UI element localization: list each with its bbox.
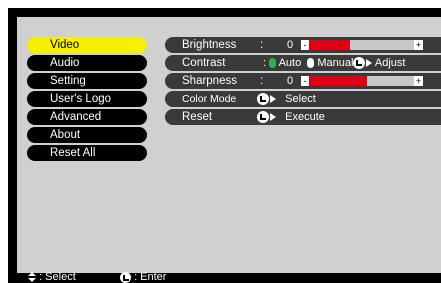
- color-mode-row[interactable]: Color Mode Select: [165, 91, 441, 107]
- contrast-label: Contrast: [182, 57, 226, 69]
- up-down-arrows-icon: [28, 272, 36, 283]
- enter-icon: [353, 57, 366, 70]
- menu-item-setting[interactable]: Setting: [27, 73, 147, 89]
- arrow-right-icon: [270, 95, 276, 104]
- contrast-manual-label: Manual: [317, 57, 354, 69]
- brightness-value: 0: [287, 39, 294, 51]
- reset-row[interactable]: Reset Execute: [165, 109, 441, 125]
- select-hint-label: : Select: [39, 271, 76, 283]
- sharpness-value: 0: [287, 75, 294, 87]
- menu-panel: Video Audio Setting User's Logo Advanced…: [17, 17, 441, 273]
- enter-icon: [120, 272, 131, 283]
- enter-hint-label: : Enter: [134, 271, 167, 283]
- slider-plus-icon: +: [414, 76, 423, 86]
- contrast-auto-label: Auto: [278, 57, 302, 69]
- reset-label: Reset: [182, 111, 213, 123]
- select-hint: : Select: [28, 272, 76, 283]
- menu-item-about[interactable]: About: [27, 127, 147, 143]
- contrast-options: : Auto Manual Adjust: [263, 55, 405, 71]
- key-hint-bar: : Select : Enter: [8, 272, 441, 283]
- menu-item-advanced[interactable]: Advanced: [27, 109, 147, 125]
- slider-plus-icon: +: [414, 40, 423, 50]
- sharpness-row[interactable]: Sharpness : 0 - +: [165, 73, 441, 89]
- brightness-slider[interactable]: - +: [301, 40, 423, 50]
- contrast-colon: :: [263, 57, 267, 69]
- color-mode-action-label: Select: [285, 93, 316, 105]
- projector-screen: Video Audio Setting User's Logo Advanced…: [8, 8, 441, 283]
- reset-action: Execute: [257, 109, 325, 125]
- reset-action-label: Execute: [285, 111, 325, 123]
- brightness-label: Brightness: [182, 39, 237, 51]
- enter-icon: [257, 111, 269, 124]
- sharpness-slider-fill: [301, 76, 367, 86]
- menu-item-users-logo[interactable]: User's Logo: [27, 91, 147, 107]
- sharpness-slider[interactable]: - +: [301, 76, 423, 86]
- menu-item-label: About: [50, 129, 81, 141]
- menu-item-label: Video: [50, 39, 80, 51]
- menu-item-label: Audio: [50, 57, 80, 69]
- menu-item-label: Advanced: [50, 111, 102, 123]
- menu-item-audio[interactable]: Audio: [27, 55, 147, 71]
- enter-hint: : Enter: [120, 272, 166, 283]
- menu-item-video[interactable]: Video: [27, 37, 147, 53]
- sharpness-colon: :: [260, 75, 264, 87]
- slider-minus-icon: -: [301, 76, 309, 86]
- radio-selected-icon[interactable]: [269, 58, 277, 69]
- color-mode-label: Color Mode: [182, 93, 237, 105]
- contrast-adjust-label: Adjust: [374, 57, 406, 69]
- radio-unselected-icon[interactable]: [307, 58, 315, 69]
- contrast-row[interactable]: Contrast : Auto Manual Adjust: [165, 55, 441, 71]
- color-mode-action: Select: [257, 91, 316, 107]
- menu-item-reset-all[interactable]: Reset All: [27, 145, 147, 161]
- arrow-right-icon: [270, 113, 276, 122]
- brightness-row[interactable]: Brightness : 0 - +: [165, 37, 441, 53]
- brightness-colon: :: [260, 39, 264, 51]
- menu-item-label: Reset All: [50, 147, 96, 159]
- arrow-right-icon: [366, 59, 373, 68]
- menu-item-label: User's Logo: [50, 93, 112, 105]
- sharpness-label: Sharpness: [182, 75, 237, 87]
- slider-minus-icon: -: [301, 40, 309, 50]
- enter-icon: [257, 93, 269, 106]
- menu-item-label: Setting: [50, 75, 86, 87]
